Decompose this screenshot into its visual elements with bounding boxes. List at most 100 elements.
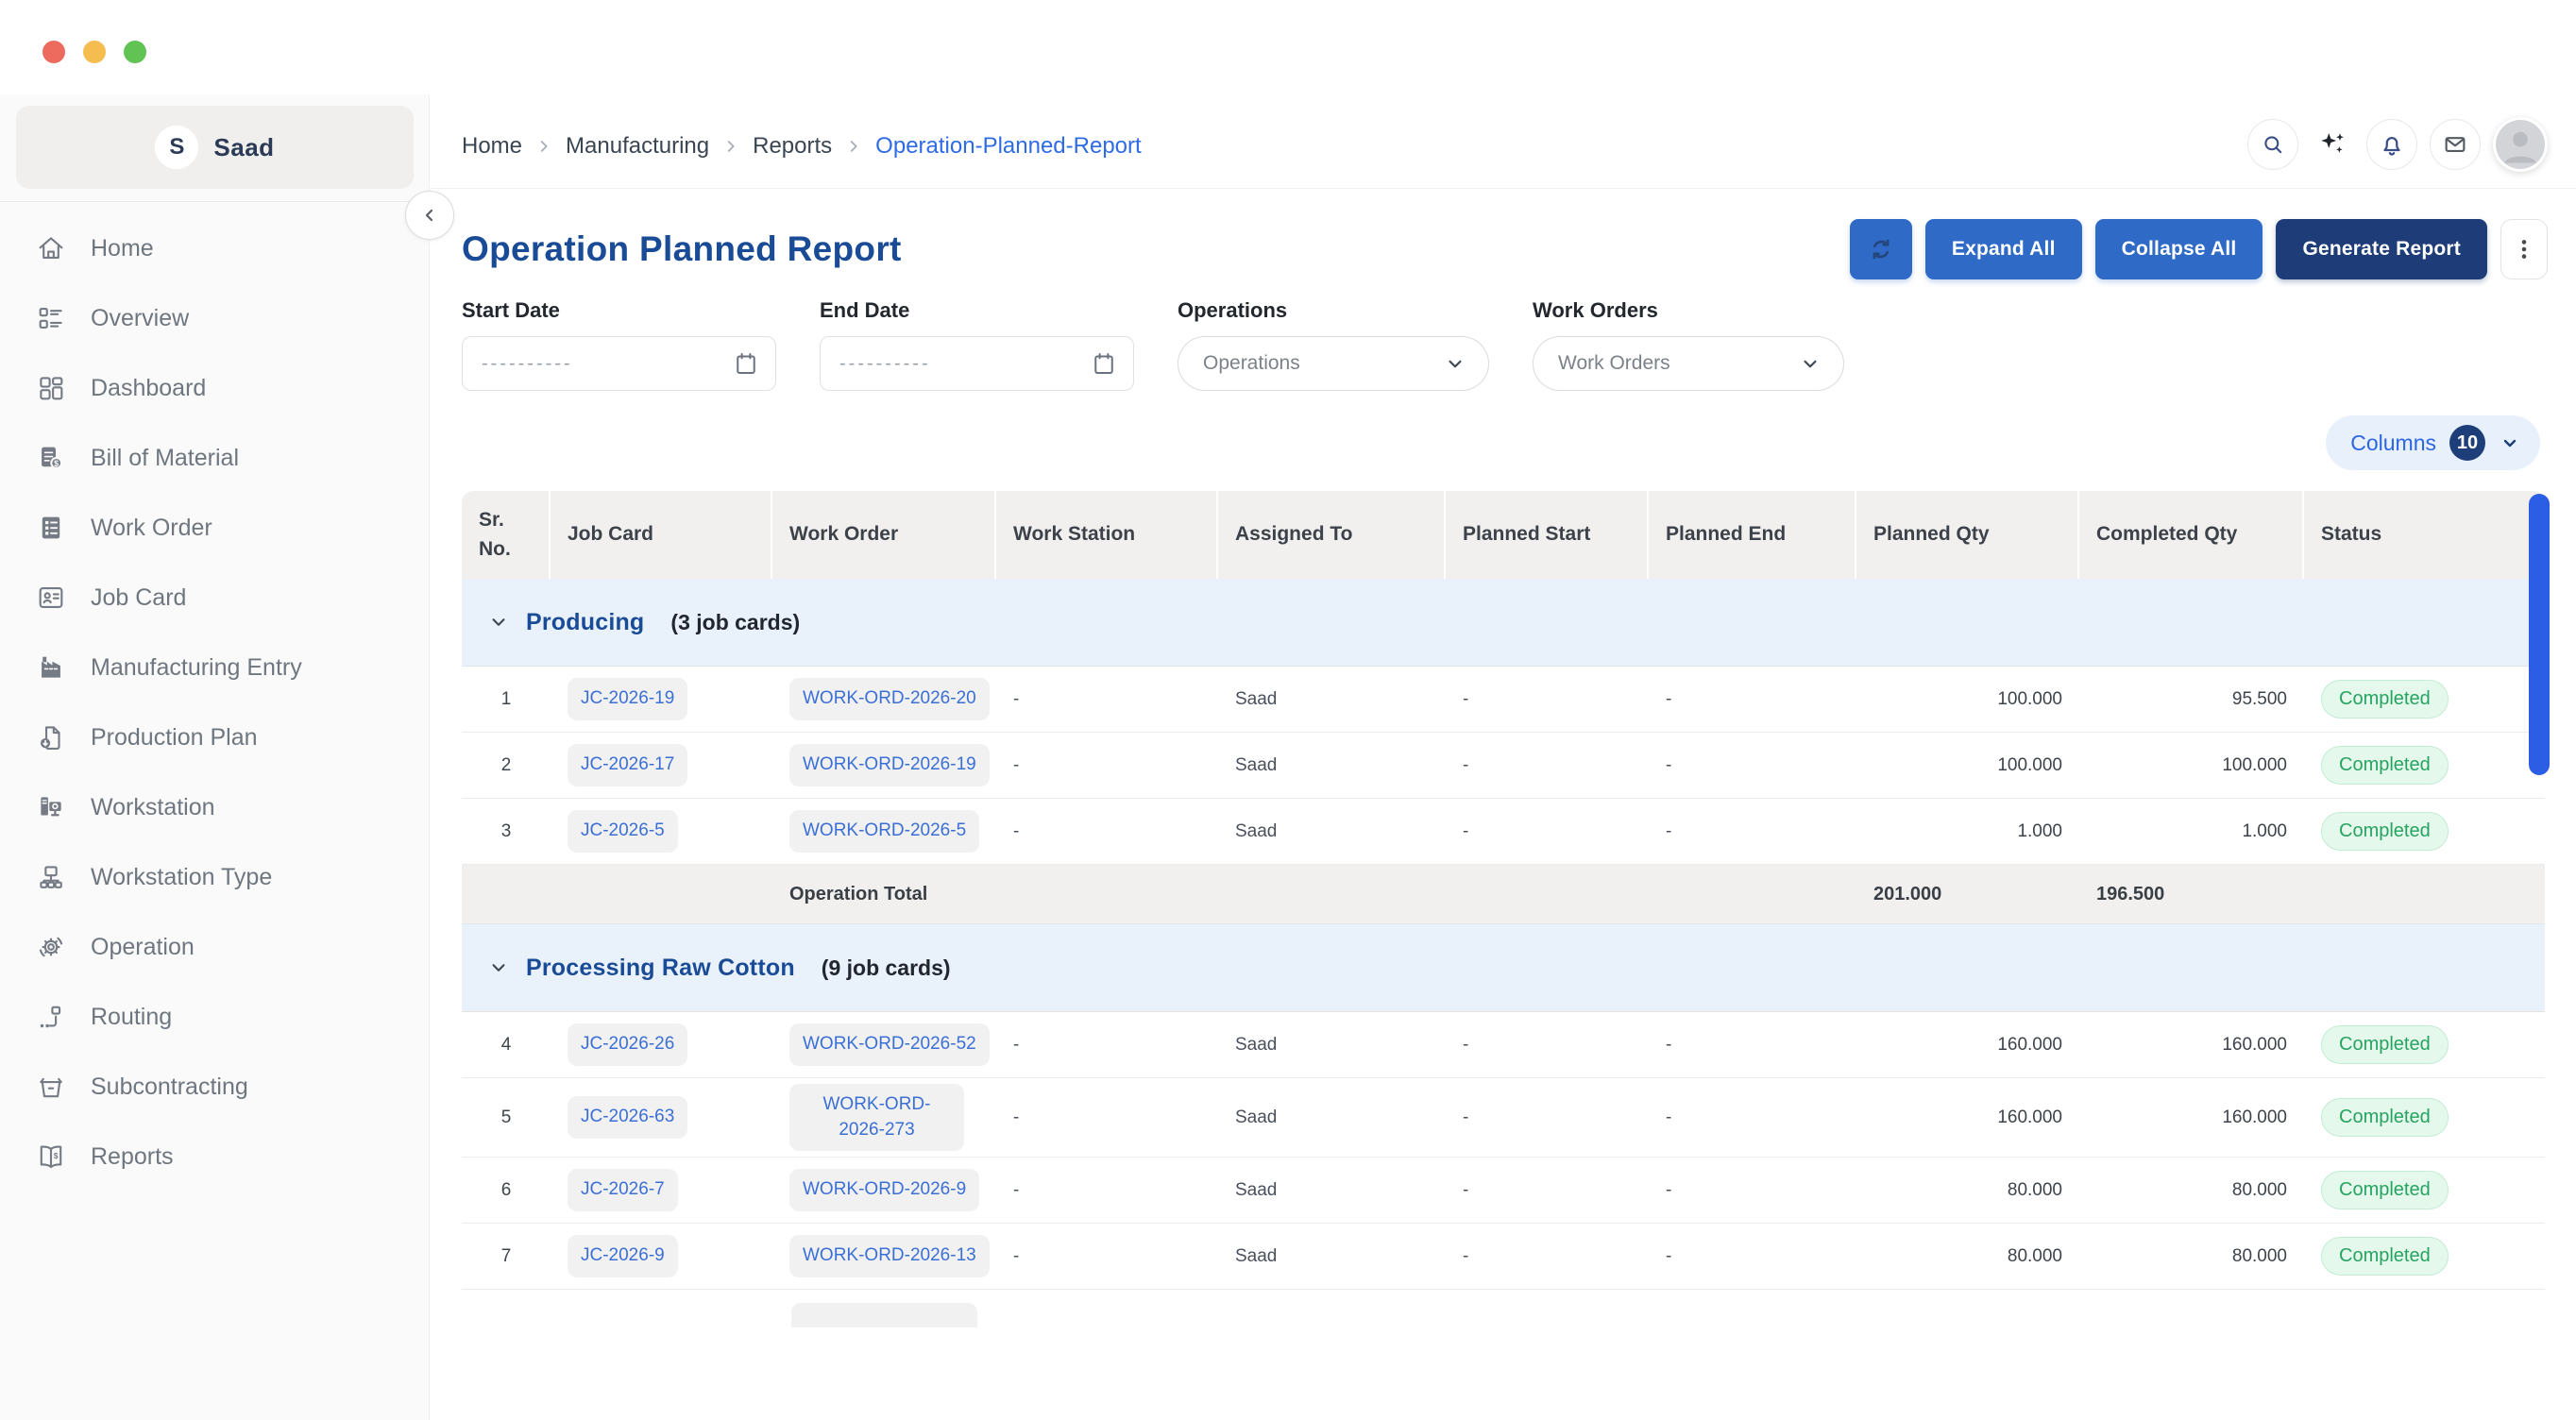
sidebar-item-routing[interactable]: Routing (0, 982, 429, 1052)
sidebar-item-label: Workstation (91, 793, 215, 820)
work-order-link[interactable]: WORK-ORD-2026-13 (789, 1235, 990, 1277)
work-order-link[interactable]: WORK-ORD-2026-273 (789, 1084, 964, 1152)
cell-sr-no: 6 (500, 1179, 512, 1200)
collapse-all-button[interactable]: Collapse All (2094, 219, 2263, 279)
job-card-link[interactable]: JC-2026-7 (568, 1169, 678, 1211)
profile-avatar[interactable] (2493, 117, 2548, 172)
cell-assigned-to: Saad (1235, 1245, 1278, 1266)
search-button[interactable] (2247, 119, 2298, 170)
sidebar-item-bill-of-material[interactable]: $ Bill of Material (0, 423, 429, 493)
cell-planned-start: - (1463, 754, 1469, 775)
sidebar-item-overview[interactable]: Overview (0, 283, 429, 353)
sidebar-item-manufacturing-entry[interactable]: Manufacturing Entry (0, 633, 429, 702)
job-card-link[interactable]: JC-2026-19 (568, 678, 688, 720)
sidebar-item-reports[interactable]: $ Reports (0, 1122, 429, 1192)
work-order-icon (34, 511, 68, 545)
refresh-button[interactable] (1849, 219, 1912, 279)
expand-all-button[interactable]: Expand All (1924, 219, 2082, 279)
cell-empty (1649, 865, 1856, 923)
sidebar-item-work-order[interactable]: Work Order (0, 493, 429, 563)
sidebar-item-label: Manufacturing Entry (91, 653, 302, 681)
cell-work-station: - (1013, 1034, 1020, 1055)
work-order-link[interactable]: WORK-ORD-2026-52 (789, 1023, 990, 1066)
messages-button[interactable] (2430, 119, 2481, 170)
calendar-icon[interactable] (732, 349, 760, 378)
sidebar-item-home[interactable]: Home (0, 213, 429, 283)
group-header-producing[interactable]: Producing (3 job cards) (462, 579, 2545, 667)
sidebar-item-dashboard[interactable]: Dashboard (0, 353, 429, 423)
home-icon (34, 231, 68, 265)
close-window-button[interactable] (42, 41, 65, 63)
cell-sr-no: 7 (500, 1245, 512, 1266)
column-header-planned-end: Planned End (1649, 491, 1856, 579)
sidebar-item-job-card[interactable]: Job Card (0, 563, 429, 633)
work-order-link[interactable]: WORK-ORD-2026-9 (789, 1169, 980, 1211)
group-header-processing-raw-cotton[interactable]: Processing Raw Cotton (9 job cards) (462, 924, 2545, 1012)
calendar-icon[interactable] (1090, 349, 1118, 378)
status-badge: Completed (2321, 746, 2449, 785)
cell-empty (1218, 865, 1446, 923)
end-date-label: End Date (820, 298, 910, 322)
sidebar-item-label: Routing (91, 1003, 173, 1030)
notifications-button[interactable] (2366, 119, 2417, 170)
breadcrumb-operation-planned-report[interactable]: Operation-Planned-Report (875, 133, 1142, 160)
work-order-link[interactable]: WORK-ORD-2026-5 (789, 810, 980, 853)
maximize-window-button[interactable] (124, 41, 146, 63)
cell-planned-end: - (1666, 1179, 1672, 1200)
production-plan-icon (34, 720, 68, 754)
cell-sr-no: 1 (500, 688, 512, 709)
cell-empty (2304, 865, 2545, 923)
cell-status: Completed (2304, 799, 2545, 864)
job-card-link[interactable]: JC-2026-63 (568, 1096, 688, 1139)
breadcrumb: Home Manufacturing Reports Operation-Planne… (462, 133, 1142, 160)
workstation-icon (34, 790, 68, 824)
minimize-window-button[interactable] (83, 41, 106, 63)
cell-completed-qty: 95.500 (2231, 688, 2287, 709)
breadcrumb-reports[interactable]: Reports (753, 133, 832, 160)
end-date-input[interactable]: ---------- (820, 336, 1134, 391)
sidebar-item-workstation[interactable]: Workstation (0, 772, 429, 842)
start-date-placeholder: ---------- (482, 352, 573, 374)
job-card-link[interactable]: JC-2026-5 (568, 810, 678, 853)
job-card-link[interactable]: JC-2026-26 (568, 1023, 688, 1066)
app-window: S Saad Home Overview Dashboard $ Bill of Mat… (0, 0, 2576, 1420)
start-date-input[interactable]: ---------- (462, 336, 776, 391)
sidebar-item-workstation-type[interactable]: Workstation Type (0, 842, 429, 912)
more-options-button[interactable] (2500, 219, 2548, 279)
cell-work-station: - (1013, 688, 1020, 709)
table-row: 5 JC-2026-63 WORK-ORD-2026-273 - Saad - - 160.0… (462, 1078, 2545, 1158)
cell-assigned-to: Saad (1235, 820, 1278, 841)
job-card-link[interactable]: JC-2026-9 (568, 1235, 678, 1277)
cell-assigned-to: Saad (1235, 688, 1278, 709)
toolbar-actions: Expand All Collapse All Generate Report (1849, 219, 2548, 279)
table-header-row: Sr. No. Job Card Work Order Work Station Ass… (462, 491, 2545, 579)
work-order-link[interactable]: WORK-ORD-2026-19 (789, 744, 990, 786)
cell-planned-start: - (1463, 1179, 1469, 1200)
breadcrumb-separator-icon (845, 138, 862, 155)
generate-report-button[interactable]: Generate Report (2276, 219, 2487, 279)
user-card[interactable]: S Saad (16, 106, 414, 189)
columns-row: Columns 10 (2326, 415, 2540, 470)
workstation-type-icon (34, 860, 68, 894)
chevron-down-icon[interactable] (486, 955, 511, 980)
work-order-link[interactable]: WORK-ORD-2026-20 (789, 678, 990, 720)
sidebar-item-operation[interactable]: Operation (0, 912, 429, 982)
work-orders-select[interactable]: Work Orders (1533, 336, 1844, 391)
breadcrumb-manufacturing[interactable]: Manufacturing (566, 133, 709, 160)
user-initial: S (169, 134, 185, 160)
job-card-link[interactable]: JC-2026-17 (568, 744, 688, 786)
sidebar-item-subcontracting[interactable]: Subcontracting (0, 1052, 429, 1122)
operations-select[interactable]: Operations (1178, 336, 1489, 391)
table-scrollbar-thumb[interactable] (2529, 494, 2550, 775)
group-name: Processing Raw Cotton (526, 954, 795, 981)
breadcrumb-home[interactable]: Home (462, 133, 522, 160)
chevron-down-icon[interactable] (486, 610, 511, 634)
sidebar-item-production-plan[interactable]: Production Plan (0, 702, 429, 772)
sidebar-item-label: Home (91, 234, 154, 262)
columns-button[interactable]: Columns 10 (2326, 415, 2540, 470)
cell-planned-qty: 80.000 (2007, 1245, 2062, 1266)
ai-assistant-button[interactable] (2311, 119, 2354, 170)
sidebar-collapse-button[interactable] (405, 191, 454, 240)
cell-assigned-to: Saad (1235, 1179, 1278, 1200)
sidebar-item-label: Production Plan (91, 723, 258, 751)
